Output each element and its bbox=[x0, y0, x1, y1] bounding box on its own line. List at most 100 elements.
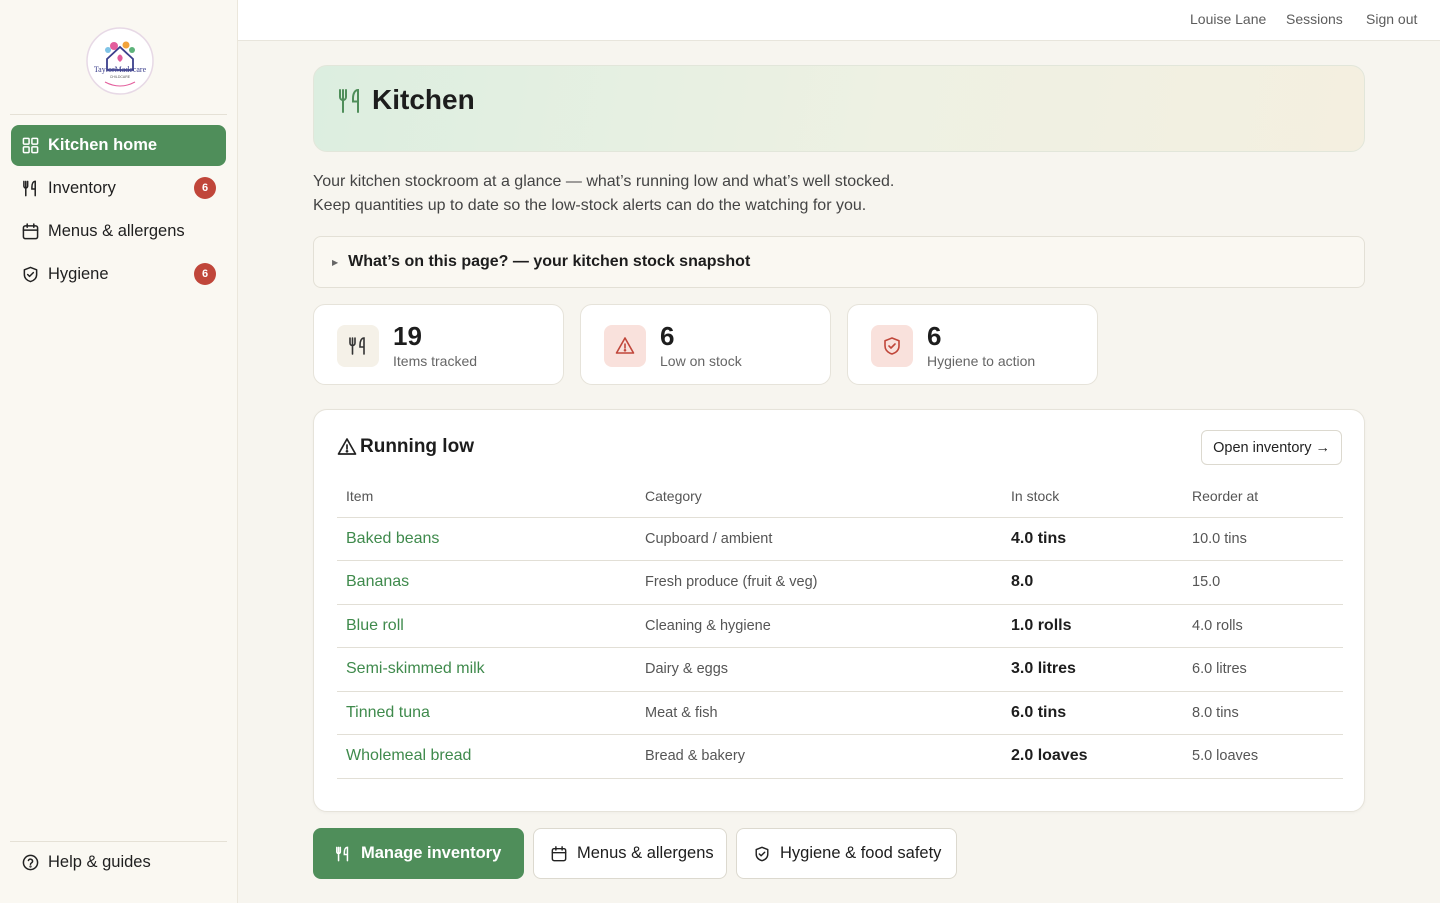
item-in-stock: 3.0 litres bbox=[1002, 647, 1183, 692]
hygiene-food-safety-label: Hygiene & food safety bbox=[780, 844, 942, 862]
hygiene-badge: 6 bbox=[194, 263, 216, 285]
item-reorder-at: 15.0 bbox=[1183, 560, 1343, 605]
item-in-stock: 2.0 loaves bbox=[1002, 734, 1183, 779]
shield-icon bbox=[23, 266, 38, 283]
open-inventory-button[interactable]: Open inventory → bbox=[1201, 430, 1342, 465]
sidebar-item-inventory[interactable]: Inventory 6 bbox=[11, 168, 226, 209]
intro-line-2: Keep quantities up to date so the low-st… bbox=[313, 197, 867, 214]
column-header-reorder-at: Reorder at bbox=[1183, 475, 1343, 518]
sidebar: TaylorMadecare CHILDCARE Kitchen home In… bbox=[0, 0, 238, 903]
stat-value: 19 bbox=[393, 321, 422, 351]
item-link[interactable]: Tinned tuna bbox=[337, 691, 636, 735]
sessions-link[interactable]: Sessions bbox=[1286, 11, 1343, 27]
sidebar-item-label: Menus & allergens bbox=[48, 222, 185, 240]
page-intro: Your kitchen stockroom at a glance — wha… bbox=[313, 170, 894, 218]
item-in-stock: 6.0 tins bbox=[1002, 691, 1183, 735]
stat-label: Items tracked bbox=[393, 353, 478, 369]
sign-out-link[interactable]: Sign out bbox=[1366, 11, 1417, 27]
warning-icon bbox=[337, 438, 357, 455]
hygiene-food-safety-button[interactable]: Hygiene & food safety bbox=[736, 828, 957, 879]
page-title: Kitchen bbox=[372, 84, 475, 115]
item-in-stock: 1.0 rolls bbox=[1002, 604, 1183, 648]
item-category: Cleaning & hygiene bbox=[636, 604, 1002, 648]
user-name-link[interactable]: Louise Lane bbox=[1190, 11, 1266, 27]
sidebar-item-label: Kitchen home bbox=[48, 136, 158, 154]
column-header-in-stock: In stock bbox=[1002, 475, 1183, 518]
calendar-icon bbox=[22, 223, 39, 240]
manage-inventory-label: Manage inventory bbox=[361, 844, 502, 862]
item-reorder-at: 4.0 rolls bbox=[1183, 604, 1343, 648]
sidebar-divider bbox=[10, 114, 227, 115]
warning-icon bbox=[615, 337, 635, 354]
stat-card-items-tracked: 19 Items tracked bbox=[313, 304, 564, 385]
item-reorder-at: 8.0 tins bbox=[1183, 691, 1343, 735]
disclosure-summary: What’s on this page? — your kitchen stoc… bbox=[348, 253, 751, 270]
calendar-icon bbox=[551, 845, 567, 861]
logo-text: TaylorMadecare bbox=[94, 65, 147, 74]
stat-value: 6 bbox=[660, 321, 675, 351]
item-link[interactable]: Semi-skimmed milk bbox=[337, 647, 636, 692]
item-category: Meat & fish bbox=[636, 691, 1002, 735]
column-header-category: Category bbox=[636, 475, 1002, 518]
item-link[interactable]: Baked beans bbox=[337, 517, 636, 561]
item-reorder-at: 6.0 litres bbox=[1183, 647, 1343, 692]
sidebar-item-menus-allergens[interactable]: Menus & allergens bbox=[11, 211, 226, 252]
topbar: Louise Lane Sessions Sign out bbox=[238, 0, 1440, 41]
stat-label: Hygiene to action bbox=[927, 353, 1036, 369]
stat-label: Low on stock bbox=[660, 353, 742, 369]
stat-icon-box bbox=[871, 325, 913, 367]
item-reorder-at: 5.0 loaves bbox=[1183, 734, 1343, 779]
item-reorder-at: 10.0 tins bbox=[1183, 517, 1343, 561]
sidebar-item-hygiene[interactable]: Hygiene 6 bbox=[11, 254, 226, 295]
inventory-badge: 6 bbox=[194, 177, 216, 199]
table-row: Semi-skimmed milk Dairy & eggs 3.0 litre… bbox=[337, 647, 1343, 692]
logo-subtext: CHILDCARE bbox=[110, 75, 131, 79]
item-link[interactable]: Blue roll bbox=[337, 604, 636, 648]
item-category: Dairy & eggs bbox=[636, 647, 1002, 692]
menus-allergens-button[interactable]: Menus & allergens bbox=[533, 828, 727, 879]
running-low-heading: Running low bbox=[337, 436, 474, 458]
item-in-stock: 8.0 bbox=[1002, 560, 1183, 605]
shield-icon bbox=[884, 337, 900, 355]
column-header-item: Item bbox=[337, 475, 636, 518]
stat-icon-box bbox=[337, 325, 379, 367]
table-row: Blue roll Cleaning & hygiene 1.0 rolls 4… bbox=[337, 604, 1343, 648]
item-category: Cupboard / ambient bbox=[636, 517, 1002, 561]
running-low-table: Item Category In stock Reorder at Baked … bbox=[337, 475, 1343, 779]
item-link[interactable]: Bananas bbox=[337, 560, 636, 605]
cutlery-icon bbox=[336, 846, 349, 861]
manage-inventory-button[interactable]: Manage inventory bbox=[313, 828, 524, 879]
sidebar-item-label: Hygiene bbox=[48, 265, 109, 283]
item-category: Bread & bakery bbox=[636, 734, 1002, 779]
table-row: Baked beans Cupboard / ambient 4.0 tins … bbox=[337, 517, 1343, 561]
menus-allergens-label: Menus & allergens bbox=[577, 844, 714, 862]
table-header-row: Item Category In stock Reorder at bbox=[337, 475, 1343, 518]
sidebar-item-kitchen-home[interactable]: Kitchen home bbox=[11, 125, 226, 166]
table-row: Bananas Fresh produce (fruit & veg) 8.0 … bbox=[337, 560, 1343, 605]
table-row: Wholemeal bread Bread & bakery 2.0 loave… bbox=[337, 734, 1343, 779]
cutlery-icon bbox=[339, 88, 359, 113]
shield-icon bbox=[755, 846, 769, 861]
page-header: Kitchen bbox=[313, 65, 1365, 152]
table-row: Tinned tuna Meat & fish 6.0 tins 8.0 tin… bbox=[337, 691, 1343, 735]
cutlery-icon bbox=[23, 180, 36, 197]
running-low-title: Running low bbox=[360, 436, 474, 457]
item-category: Fresh produce (fruit & veg) bbox=[636, 560, 1002, 605]
item-link[interactable]: Wholemeal bread bbox=[337, 734, 636, 779]
brand-logo[interactable]: TaylorMadecare CHILDCARE bbox=[85, 26, 155, 96]
disclosure-triangle-icon: ▶ bbox=[332, 257, 339, 267]
sidebar-item-help[interactable]: Help & guides bbox=[11, 842, 226, 883]
stat-icon-box bbox=[604, 325, 646, 367]
stat-value: 6 bbox=[927, 321, 942, 351]
item-in-stock: 4.0 tins bbox=[1002, 517, 1183, 561]
help-icon bbox=[22, 854, 39, 871]
grid-icon bbox=[22, 137, 39, 154]
stat-card-hygiene-to-action: 6 Hygiene to action bbox=[847, 304, 1098, 385]
cutlery-icon bbox=[349, 337, 365, 355]
sidebar-item-label: Inventory bbox=[48, 179, 116, 197]
stat-card-low-on-stock: 6 Low on stock bbox=[580, 304, 831, 385]
help-guides-label: Help & guides bbox=[48, 853, 151, 871]
intro-line-1: Your kitchen stockroom at a glance — wha… bbox=[313, 173, 895, 190]
page-info-disclosure[interactable]: ▶ What’s on this page? — your kitchen st… bbox=[313, 236, 1365, 288]
running-low-card: Running low Open inventory → Item Catego… bbox=[313, 409, 1365, 812]
